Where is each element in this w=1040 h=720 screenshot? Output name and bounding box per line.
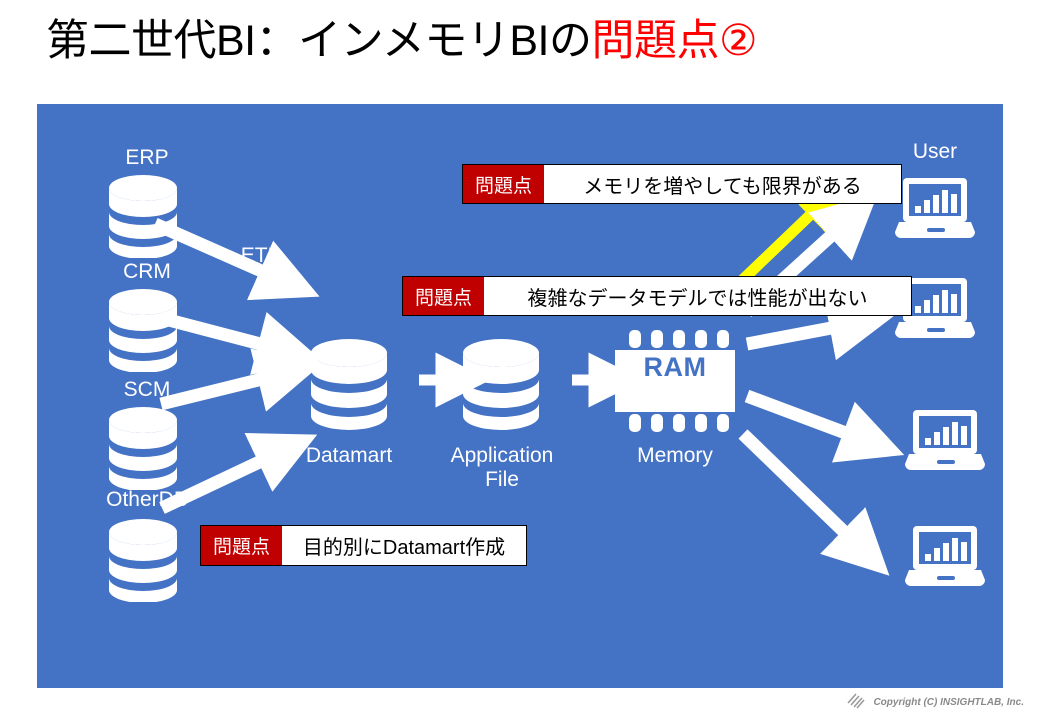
- memory-label: Memory: [637, 444, 713, 467]
- database-cylinder-icon-datamart: [307, 338, 391, 430]
- page-title-accent: 問題点②: [591, 17, 758, 65]
- source-label-scm: SCM: [123, 378, 171, 401]
- diagram-panel: ERP CRM SCM OtherDB ETL Datamart Applica…: [37, 104, 1003, 688]
- arrow-memory-to-user-4: [738, 429, 890, 576]
- source-label-crm: CRM: [123, 260, 171, 283]
- copyright-text: Copyright (C) INSIGHTLAB, Inc.: [873, 697, 1024, 708]
- callout-datamart-per-purpose-text: 目的別にDatamart作成: [302, 537, 506, 559]
- callout-memory-limit-tag: 問題点: [463, 165, 545, 203]
- user-label: User: [912, 140, 958, 163]
- callout-complex-model-text: 複雑なデータモデルでは性能が出ない: [527, 287, 868, 310]
- page-title-plain: 第二世代BI：インメモリBIの: [46, 17, 592, 65]
- page-title: 第二世代BI：インメモリBIの問題点②: [46, 17, 758, 65]
- etl-label: ETL: [240, 244, 280, 267]
- footer: Copyright (C) INSIGHTLAB, Inc.: [847, 691, 1024, 714]
- source-label-otherdb: OtherDB: [106, 488, 188, 511]
- callout-memory-limit-text: メモリを増やしても限界がある: [583, 175, 862, 198]
- source-label-erp: ERP: [125, 146, 169, 169]
- database-cylinder-icon-scm: [105, 406, 181, 490]
- callout-complex-model: 問題点 複雑なデータモデルでは性能が出ない: [402, 276, 912, 316]
- callout-datamart-per-purpose: 問題点 目的別にDatamart作成: [200, 525, 527, 566]
- application-file-label: Application File: [450, 444, 554, 492]
- datamart-label: Datamart: [305, 444, 393, 467]
- database-cylinder-icon-crm: [105, 288, 181, 372]
- laptop-chart-icon-4: [899, 524, 991, 590]
- database-cylinder-icon-otherdb: [105, 518, 181, 602]
- callout-complex-model-tag: 問題点: [403, 277, 485, 315]
- ram-label: RAM: [643, 352, 707, 382]
- arrow-otherdb-to-datamart: [159, 433, 318, 514]
- arrow-memory-to-user-3: [744, 389, 905, 463]
- database-cylinder-icon-erp: [105, 174, 181, 258]
- arrow-memory-to-user-2: [745, 296, 894, 361]
- arrow-scm-to-datamart: [159, 348, 322, 412]
- laptop-chart-icon-1: [889, 176, 981, 242]
- laptop-chart-icon-3: [899, 408, 991, 474]
- ram-chip-icon: RAM: [609, 330, 741, 436]
- database-cylinder-icon-application-file: [459, 338, 543, 430]
- callout-memory-limit: 問題点 メモリを増やしても限界がある: [462, 164, 902, 204]
- hatched-logo-icon: [847, 691, 866, 714]
- callout-datamart-per-purpose-tag: 問題点: [201, 526, 283, 565]
